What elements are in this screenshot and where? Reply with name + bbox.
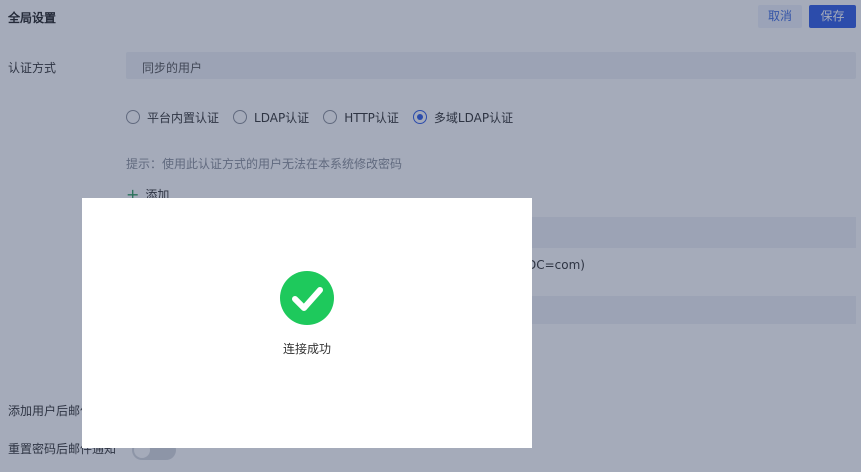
connection-result-dialog: 连接成功 bbox=[82, 198, 532, 448]
check-circle-icon bbox=[280, 271, 334, 325]
connection-success-message: 连接成功 bbox=[282, 342, 331, 356]
